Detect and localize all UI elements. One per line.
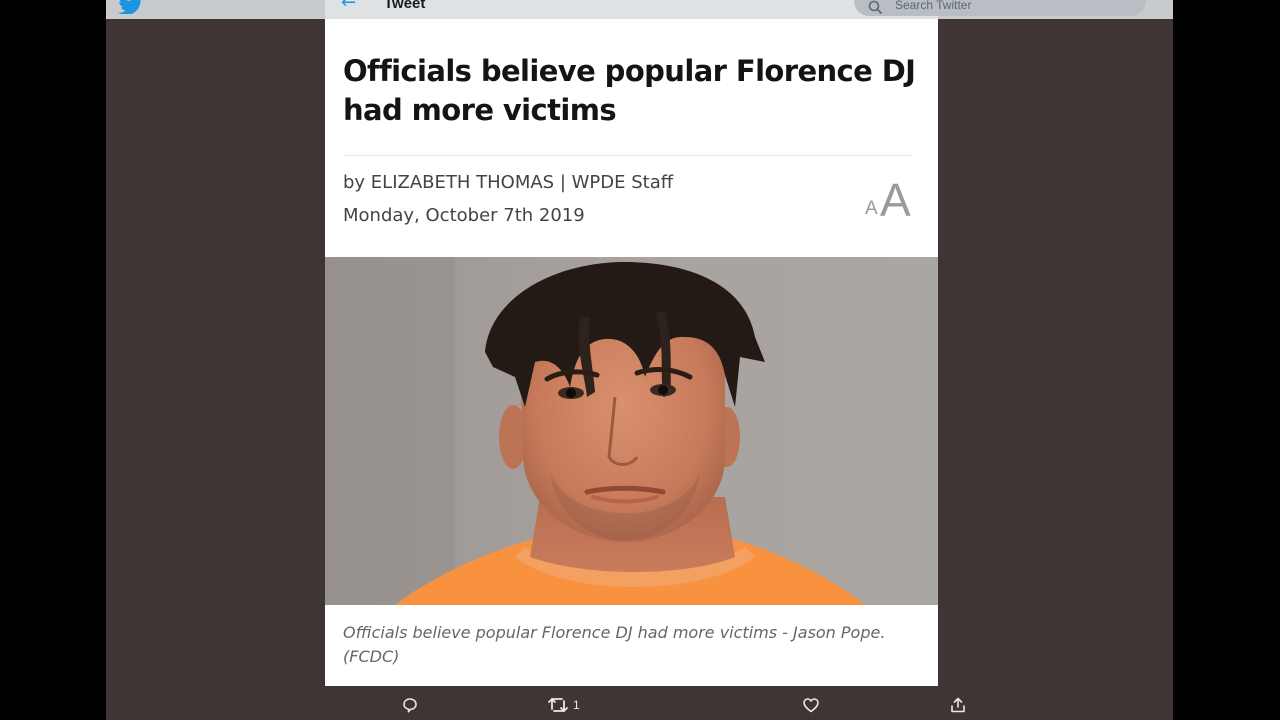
retweet-icon <box>548 698 568 712</box>
like-button[interactable] <box>802 696 820 716</box>
search-input[interactable]: Search Twitter <box>854 0 1146 16</box>
article-headline: Officials believe popular Florence DJ ha… <box>343 54 916 127</box>
text-size-button[interactable]: A A <box>863 174 915 226</box>
browser-window: ← Tweet Search Twitter Officials believe… <box>106 0 1173 720</box>
back-arrow-icon[interactable]: ← <box>341 0 356 13</box>
tweet-actions-bar: 1 <box>325 686 965 720</box>
text-size-large-glyph: A <box>880 174 911 226</box>
reply-icon <box>403 698 417 713</box>
mugshot-photo[interactable] <box>325 257 938 605</box>
retweet-count: 1 <box>573 698 580 712</box>
share-icon <box>951 697 965 713</box>
share-button[interactable] <box>949 696 967 716</box>
twitter-bird-icon[interactable] <box>118 0 144 14</box>
retweet-button[interactable]: 1 <box>547 696 587 716</box>
search-icon <box>868 0 882 14</box>
heart-icon <box>803 698 819 713</box>
text-size-small-glyph: A <box>865 198 878 219</box>
photo-caption: Officials believe popular Florence DJ ha… <box>343 623 886 666</box>
article-date: Monday, October 7th 2019 <box>343 205 585 226</box>
search-placeholder[interactable]: Search Twitter <box>895 0 971 13</box>
article-card[interactable]: Officials believe popular Florence DJ ha… <box>325 19 938 686</box>
page-title: Tweet <box>384 0 426 12</box>
top-navigation-bar: ← Tweet Search Twitter <box>106 0 1173 19</box>
tweet-header: ← Tweet <box>325 0 938 19</box>
article-byline: by ELIZABETH THOMAS | WPDE Staff <box>343 172 674 193</box>
reply-button[interactable] <box>401 696 419 716</box>
headline-divider <box>343 155 912 156</box>
